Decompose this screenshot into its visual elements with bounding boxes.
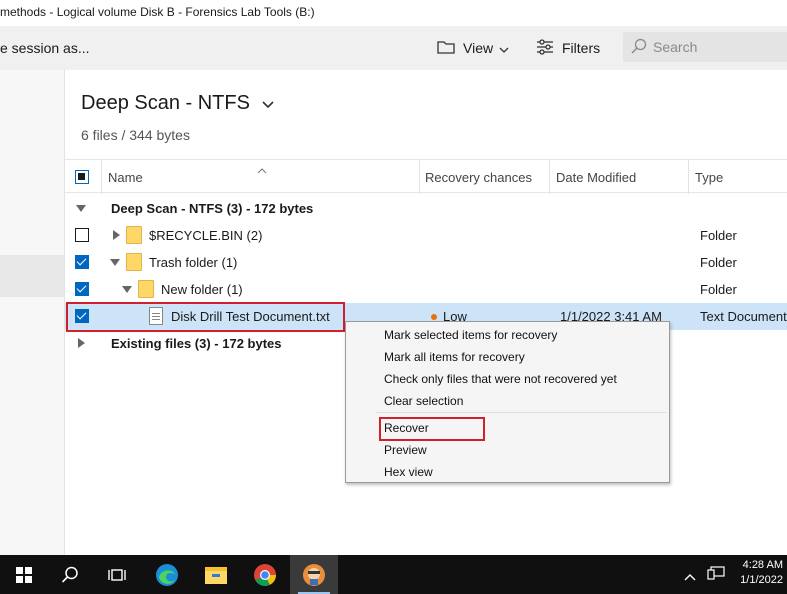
- menu-item-preview[interactable]: Preview: [384, 439, 427, 461]
- expand-icon[interactable]: [122, 286, 132, 293]
- recovery-low-dot-icon: [431, 314, 437, 320]
- column-header-name[interactable]: Name: [108, 160, 143, 194]
- network-icon[interactable]: [707, 566, 725, 585]
- column-divider: [549, 160, 550, 194]
- expand-icon[interactable]: [113, 230, 120, 240]
- group-label: Existing files (3) - 172 bytes: [111, 336, 282, 351]
- page-title: Deep Scan - NTFS: [81, 92, 250, 114]
- menu-item-check-not-recovered[interactable]: Check only files that were not recovered…: [384, 368, 617, 390]
- toolbar: e session as... View Filters Search: [0, 26, 787, 70]
- clock-date: 1/1/2022: [740, 574, 783, 586]
- row-type: Text Document: [700, 309, 787, 324]
- highlight-annotation: [379, 417, 485, 441]
- file-explorer-icon[interactable]: [192, 555, 240, 594]
- scan-summary: 6 files / 344 bytes: [81, 127, 190, 143]
- sidebar-selected-item[interactable]: [0, 255, 64, 297]
- taskbar: 4:28 AM 1/1/2022: [0, 555, 787, 594]
- menu-separator: [376, 412, 666, 413]
- chevron-down-icon: [262, 92, 274, 115]
- scan-title-dropdown[interactable]: Deep Scan - NTFS: [81, 92, 274, 115]
- folder-icon: [437, 40, 463, 57]
- row-type: Folder: [700, 255, 737, 270]
- menu-item-mark-selected[interactable]: Mark selected items for recovery: [384, 324, 557, 346]
- column-divider: [419, 160, 420, 194]
- select-all-checkbox[interactable]: [75, 170, 89, 184]
- table-row[interactable]: $RECYCLE.BIN (2) Folder: [65, 222, 787, 249]
- sidebar: [0, 70, 65, 555]
- row-type: Folder: [700, 228, 737, 243]
- table-row-group[interactable]: Deep Scan - NTFS (3) - 172 bytes: [65, 195, 787, 222]
- search-placeholder: Search: [653, 39, 698, 55]
- system-clock[interactable]: 4:28 AM 1/1/2022: [740, 558, 783, 588]
- window-title: methods - Logical volume Disk B - Forens…: [0, 0, 787, 26]
- row-name: $RECYCLE.BIN (2): [149, 228, 263, 243]
- column-divider: [101, 160, 102, 194]
- folder-icon: [126, 253, 142, 271]
- sort-ascending-icon: [257, 161, 267, 179]
- disk-drill-icon[interactable]: [290, 555, 338, 594]
- table-row[interactable]: Trash folder (1) Folder: [65, 249, 787, 276]
- expand-icon[interactable]: [110, 259, 120, 266]
- table-header: Name Recovery chances Date Modified Type: [65, 159, 787, 194]
- highlight-annotation: [66, 302, 345, 332]
- windows-start-icon[interactable]: [0, 555, 48, 594]
- show-hidden-icons-icon[interactable]: [684, 568, 696, 586]
- filters-label: Filters: [562, 40, 601, 56]
- table-row[interactable]: New folder (1) Folder: [65, 276, 787, 303]
- row-type: Folder: [700, 282, 737, 297]
- sliders-icon: [536, 38, 562, 58]
- search-icon: [631, 38, 653, 57]
- column-header-type[interactable]: Type: [695, 160, 723, 194]
- row-name: Trash folder (1): [149, 255, 238, 270]
- search-icon[interactable]: [46, 555, 94, 594]
- column-header-date[interactable]: Date Modified: [556, 160, 636, 194]
- chrome-icon[interactable]: [241, 555, 289, 594]
- clock-time: 4:28 AM: [742, 559, 783, 571]
- context-menu: Mark selected items for recovery Mark al…: [345, 321, 670, 483]
- save-session-button[interactable]: e session as...: [0, 26, 90, 70]
- column-divider: [688, 160, 689, 194]
- folder-icon: [126, 226, 142, 244]
- menu-item-hex-view[interactable]: Hex view: [384, 461, 433, 483]
- row-checkbox[interactable]: [75, 228, 89, 242]
- expand-icon[interactable]: [76, 205, 86, 212]
- task-view-icon[interactable]: [93, 555, 141, 594]
- row-name: New folder (1): [161, 282, 243, 297]
- menu-item-mark-all[interactable]: Mark all items for recovery: [384, 346, 525, 368]
- group-label: Deep Scan - NTFS (3) - 172 bytes: [111, 201, 314, 216]
- row-checkbox[interactable]: [75, 282, 89, 296]
- filters-button[interactable]: Filters: [536, 26, 600, 70]
- view-label: View: [463, 40, 494, 56]
- search-input[interactable]: Search: [623, 32, 787, 62]
- chevron-down-icon: [499, 40, 517, 56]
- folder-icon: [138, 280, 154, 298]
- edge-icon[interactable]: [143, 555, 191, 594]
- expand-icon[interactable]: [78, 338, 85, 348]
- menu-item-clear-selection[interactable]: Clear selection: [384, 390, 463, 412]
- column-header-recovery[interactable]: Recovery chances: [425, 160, 532, 194]
- row-checkbox[interactable]: [75, 255, 89, 269]
- view-button[interactable]: View: [437, 26, 517, 70]
